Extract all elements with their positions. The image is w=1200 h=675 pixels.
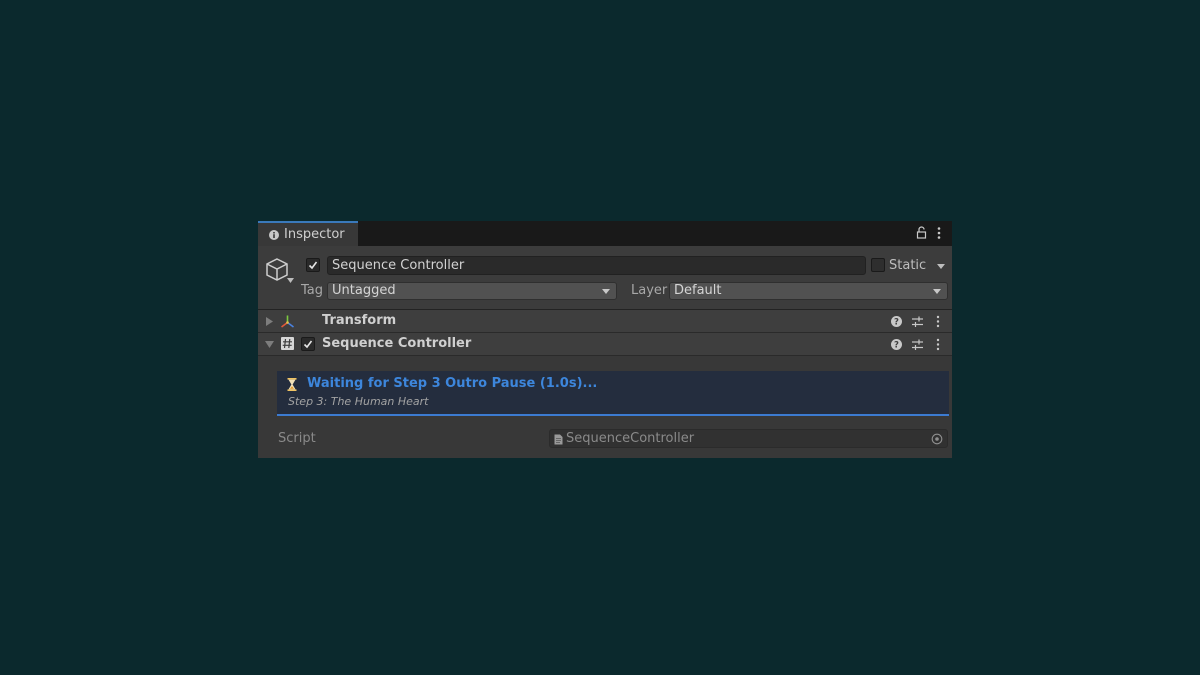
chevron-down-icon[interactable]	[287, 278, 294, 283]
lock-icon[interactable]	[916, 226, 927, 239]
chevron-down-icon	[933, 289, 941, 294]
svg-text:?: ?	[894, 318, 899, 328]
fold-arrow-down-icon[interactable]	[265, 340, 274, 349]
info-icon	[269, 230, 279, 240]
presets-sliders-icon[interactable]	[911, 338, 924, 351]
tab-inspector[interactable]: Inspector	[258, 221, 358, 246]
layer-dropdown[interactable]: Default	[669, 282, 948, 300]
svg-text:?: ?	[894, 341, 899, 351]
component-enabled-checkbox[interactable]	[301, 337, 315, 351]
static-checkbox[interactable]	[871, 258, 885, 272]
checkmark-icon	[303, 340, 313, 349]
gameobject-name-field[interactable]: Sequence Controller	[327, 256, 866, 275]
hourglass-icon	[287, 378, 297, 391]
inspector-window: Inspector Sequence Controller Static Tag…	[258, 221, 952, 458]
tag-label: Tag	[301, 283, 324, 298]
status-title: Waiting for Step 3 Outro Pause (1.0s)...	[307, 376, 598, 391]
tab-bar: Inspector	[258, 221, 952, 246]
chevron-down-icon[interactable]	[937, 264, 945, 269]
sequence-status-box: Waiting for Step 3 Outro Pause (1.0s)...…	[277, 371, 949, 416]
presets-sliders-icon[interactable]	[911, 315, 924, 328]
tag-dropdown[interactable]: Untagged	[327, 282, 617, 300]
tag-value: Untagged	[332, 283, 396, 298]
help-icon[interactable]: ?	[890, 338, 903, 351]
kebab-menu-icon[interactable]	[935, 315, 941, 328]
object-picker-icon[interactable]	[931, 433, 943, 445]
transform-axes-icon	[281, 315, 294, 328]
component-sequence-controller-header[interactable]: Sequence Controller ?	[258, 333, 952, 356]
tab-label: Inspector	[284, 227, 345, 242]
active-checkbox[interactable]	[306, 258, 320, 272]
layer-value: Default	[674, 283, 722, 298]
gameobject-header: Sequence Controller Static Tag Untagged …	[258, 246, 952, 310]
kebab-menu-icon[interactable]	[935, 338, 941, 351]
script-file-icon	[554, 434, 563, 445]
script-label: Script	[278, 431, 316, 446]
script-object-field: SequenceController	[549, 429, 948, 448]
component-transform-header[interactable]: Transform ?	[258, 310, 952, 333]
checkmark-icon	[308, 261, 318, 270]
component-title: Sequence Controller	[322, 336, 472, 351]
script-value: SequenceController	[566, 431, 695, 446]
chevron-down-icon	[602, 289, 610, 294]
component-title: Transform	[322, 313, 397, 328]
script-hash-icon	[281, 337, 294, 350]
help-icon[interactable]: ?	[890, 315, 903, 328]
static-label: Static	[889, 258, 927, 273]
layer-label: Layer	[631, 283, 668, 298]
kebab-menu-icon[interactable]	[936, 226, 942, 240]
status-subtitle: Step 3: The Human Heart	[288, 395, 429, 408]
fold-arrow-right-icon[interactable]	[265, 317, 274, 326]
